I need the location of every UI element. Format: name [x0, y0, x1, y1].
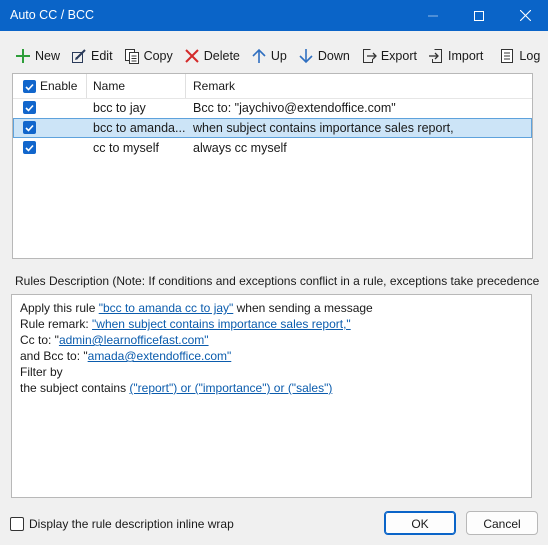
inline-wrap-checkbox[interactable]: Display the rule description inline wrap [10, 517, 234, 531]
list-header: Enable Name Remark [13, 74, 532, 99]
row-enable-checkbox[interactable] [23, 141, 36, 154]
desc-line-cc: Cc to: "admin@learnofficefast.com" [20, 332, 531, 348]
close-icon [519, 10, 531, 21]
inline-wrap-label: Display the rule description inline wrap [29, 517, 234, 531]
enable-all-checkbox[interactable] [23, 80, 36, 93]
column-name[interactable]: Name [93, 74, 125, 98]
checkmark-icon [25, 124, 34, 132]
maximize-icon [474, 10, 484, 21]
edit-label: Edit [91, 49, 113, 63]
row-remark: Bcc to: "jaychivo@extendoffice.com" [193, 101, 396, 115]
row-enable-checkbox[interactable] [23, 121, 36, 134]
desc-line-remark: Rule remark: "when subject contains impo… [20, 316, 531, 332]
desc-line-bcc: and Bcc to: "amada@extendoffice.com" [20, 348, 531, 364]
row-name: cc to myself [93, 141, 159, 155]
inline-wrap-checkbox-box[interactable] [10, 517, 24, 531]
cc-address-link[interactable]: admin@learnofficefast.com" [59, 333, 209, 347]
desc-text: Apply this rule [20, 301, 99, 315]
import-icon [427, 47, 445, 65]
window-title: Auto CC / BCC [10, 8, 95, 22]
toolbar: New Edit Copy Delete Up Down Export Impo… [10, 42, 540, 70]
bcc-address-link[interactable]: amada@extendoffice.com" [88, 349, 232, 363]
table-row-selected[interactable]: bcc to amanda... when subject contains i… [13, 118, 532, 138]
copy-button[interactable]: Copy [119, 44, 178, 68]
close-button[interactable] [502, 0, 548, 31]
import-label: Import [447, 49, 484, 63]
down-button[interactable]: Down [293, 44, 355, 68]
desc-text: Rule remark: [20, 317, 93, 331]
log-button[interactable]: Log [494, 44, 545, 68]
delete-button[interactable]: Delete [179, 44, 245, 68]
delete-label: Delete [203, 49, 240, 63]
rule-name-link[interactable]: "bcc to amanda cc to jay" [99, 301, 234, 315]
desc-text: the subject contains [20, 381, 130, 395]
column-enable[interactable]: Enable [40, 74, 77, 98]
checkmark-icon [25, 144, 34, 152]
ok-button[interactable]: OK [384, 511, 456, 535]
minimize-button[interactable] [410, 0, 456, 31]
export-button[interactable]: Export [356, 44, 422, 68]
table-row[interactable]: bcc to jay Bcc to: "jaychivo@extendoffic… [13, 98, 532, 118]
row-enable-checkbox[interactable] [23, 101, 36, 114]
row-name: bcc to amanda... [93, 121, 186, 135]
rules-description-box: Apply this rule "bcc to amanda cc to jay… [11, 294, 532, 498]
column-remark[interactable]: Remark [193, 74, 235, 98]
row-remark: always cc myself [193, 141, 287, 155]
edit-button[interactable]: Edit [66, 44, 118, 68]
desc-line-apply: Apply this rule "bcc to amanda cc to jay… [20, 300, 531, 316]
copy-label: Copy [143, 49, 173, 63]
table-row[interactable]: cc to myself always cc myself [13, 138, 532, 158]
column-divider [86, 74, 87, 98]
desc-line-filter: Filter by [20, 365, 63, 379]
subject-keywords-link[interactable]: ("report") or ("importance") or ("sales"… [129, 381, 332, 395]
desc-text: and Bcc to: " [20, 349, 88, 363]
rules-list[interactable]: Enable Name Remark bcc to jay Bcc to: "j… [12, 73, 533, 302]
arrow-down-icon [297, 47, 315, 65]
new-button[interactable]: New [10, 44, 65, 68]
export-label: Export [380, 49, 417, 63]
delete-x-icon [183, 47, 201, 65]
title-bar: Auto CC / BCC [0, 0, 548, 31]
row-remark: when subject contains importance sales r… [193, 121, 454, 135]
minimize-icon [428, 15, 438, 16]
cancel-button[interactable]: Cancel [466, 511, 538, 535]
pencil-icon [70, 47, 88, 65]
down-label: Down [317, 49, 350, 63]
copy-icon [123, 47, 141, 65]
checkmark-icon [25, 104, 34, 112]
up-button[interactable]: Up [246, 44, 292, 68]
maximize-button[interactable] [456, 0, 502, 31]
checkmark-icon [25, 83, 34, 91]
log-label: Log [519, 49, 541, 63]
rules-description-label: Rules Description (Note: If conditions a… [15, 274, 540, 288]
column-divider [185, 74, 186, 98]
row-name: bcc to jay [93, 101, 146, 115]
desc-text: when sending a message [233, 301, 373, 315]
plus-icon [14, 47, 32, 65]
up-label: Up [270, 49, 287, 63]
rule-remark-link[interactable]: "when subject contains importance sales … [92, 317, 351, 331]
desc-line-subject: the subject contains ("report") or ("imp… [20, 380, 531, 396]
import-button[interactable]: Import [423, 44, 488, 68]
desc-text: Cc to: " [20, 333, 59, 347]
log-icon [498, 47, 516, 65]
export-icon [360, 47, 378, 65]
arrow-up-icon [250, 47, 268, 65]
new-label: New [35, 49, 61, 63]
